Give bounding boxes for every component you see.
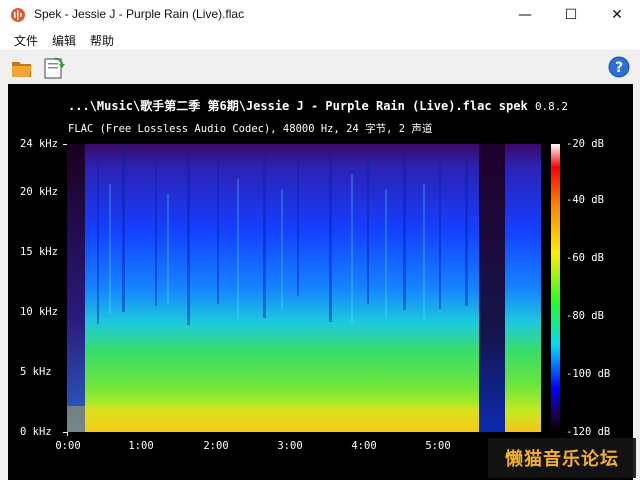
minimize-button[interactable]: — (502, 0, 548, 30)
folder-open-icon[interactable] (10, 56, 34, 80)
x-tickmark (67, 432, 68, 436)
y-tick-15khz: 15 kHz (20, 246, 58, 258)
db-tick-120: -120 dB (566, 426, 611, 438)
y-tick-24khz: 24 kHz (20, 138, 58, 150)
toolbar: ? (0, 51, 640, 84)
y-tick-20khz: 20 kHz (20, 186, 58, 198)
title-bar[interactable]: Spek - Jessie J - Purple Rain (Live).fla… (0, 0, 640, 31)
spek-app-icon (11, 8, 25, 22)
db-tick-20: -20 dB (566, 138, 604, 150)
app-version: 0.8.2 (534, 100, 569, 113)
x-tick-1-00: 1:00 (128, 440, 154, 452)
db-tick-60: -60 dB (566, 252, 604, 264)
db-tick-100: -100 dB (566, 368, 611, 380)
maximize-button[interactable]: ☐ (548, 0, 594, 30)
spek-window: Spek - Jessie J - Purple Rain (Live).fla… (0, 0, 640, 480)
db-tick-80: -80 dB (566, 310, 604, 322)
file-path: ...\Music\歌手第二季 第6期\Jessie J - Purple Ra… (68, 99, 492, 113)
db-colorbar (551, 144, 560, 432)
db-tick-40: -40 dB (566, 194, 604, 206)
help-icon[interactable]: ? (608, 56, 630, 78)
window-title: Spek - Jessie J - Purple Rain (Live).fla… (34, 7, 245, 21)
x-tick-5-00: 5:00 (425, 440, 451, 452)
x-tick-4-00: 4:00 (351, 440, 377, 452)
watermark-text: 懒猫音乐论坛 (505, 449, 619, 470)
spectrogram-image (67, 144, 541, 432)
audio-info: FLAC (Free Lossless Audio Codec), 48000 … (68, 123, 433, 135)
y-tick-0khz: 0 kHz (20, 426, 52, 438)
x-tick-0-00: 0:00 (55, 440, 81, 452)
menu-bar: 文件 编辑 帮助 (0, 30, 640, 51)
close-button[interactable]: ✕ (594, 0, 640, 30)
file-header: ...\Music\歌手第二季 第6期\Jessie J - Purple Ra… (68, 97, 568, 114)
y-tick-5khz: 5 kHz (20, 366, 52, 378)
menu-edit[interactable]: 编辑 (52, 32, 76, 49)
svg-text:?: ? (615, 60, 623, 76)
app-name: spek (498, 99, 528, 113)
menu-file[interactable]: 文件 (14, 32, 38, 49)
save-image-icon[interactable] (42, 56, 66, 80)
menu-help[interactable]: 帮助 (90, 32, 114, 49)
y-tickmark (63, 144, 67, 145)
x-tick-2-00: 2:00 (203, 440, 229, 452)
forum-watermark: 懒猫音乐论坛 (488, 438, 636, 478)
x-tick-3-00: 3:00 (277, 440, 303, 452)
spectrogram-canvas: ...\Music\歌手第二季 第6期\Jessie J - Purple Ra… (8, 84, 633, 480)
y-tick-10khz: 10 kHz (20, 306, 58, 318)
